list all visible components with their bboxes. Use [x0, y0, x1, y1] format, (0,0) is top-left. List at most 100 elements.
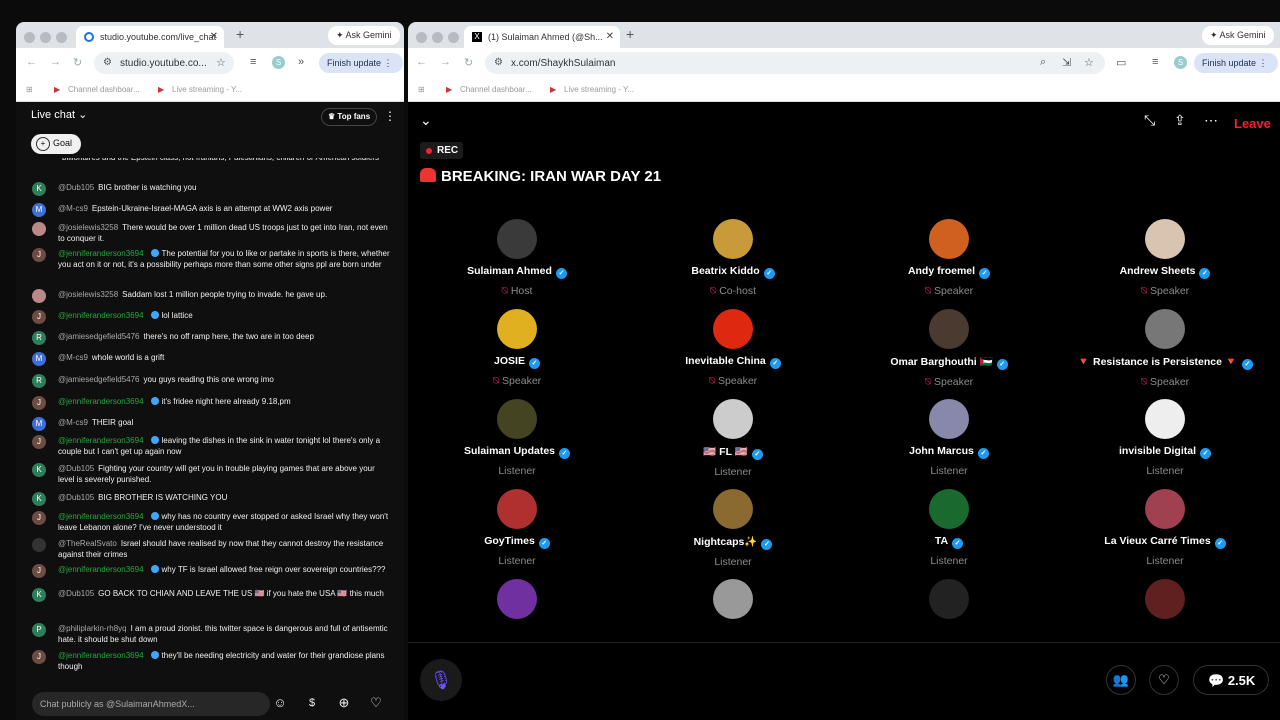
chevron-down-icon[interactable]: ⌄	[420, 112, 432, 129]
emoji-icon[interactable]: ☺	[271, 694, 289, 712]
close-tab-icon[interactable]: ✕	[210, 31, 218, 42]
chat-message[interactable]: R @jamiesedgefield5476 there's no off ramp…	[30, 331, 392, 345]
window-controls[interactable]	[24, 30, 72, 48]
people-icon[interactable]: 👥	[1106, 665, 1136, 695]
participant[interactable]	[412, 579, 622, 619]
username[interactable]: @jenniferanderson3694	[58, 565, 144, 574]
participant[interactable]: Andy froemel ✓ ⍉ Speaker	[844, 219, 1054, 298]
participant[interactable]: invisible Digital ✓ Listener	[1060, 399, 1270, 477]
participant[interactable]: Nightcaps✨ ✓ Listener	[628, 489, 838, 568]
listener-count-button[interactable]: 💬 2.5K	[1193, 665, 1269, 695]
username[interactable]: @josielewis3258	[58, 223, 118, 232]
install-app-icon[interactable]: ⇲	[1062, 56, 1071, 69]
chat-message[interactable]: J @jenniferanderson3694 they'll be needing…	[30, 650, 392, 672]
heart-icon[interactable]: ♡	[367, 694, 385, 712]
profile-avatar[interactable]: S	[1174, 56, 1187, 69]
reading-list-icon[interactable]: ≡	[1152, 56, 1158, 68]
bookmark-star-icon[interactable]: ☆	[1084, 56, 1094, 69]
participant[interactable]	[844, 579, 1054, 619]
super-chat-icon[interactable]: $	[303, 694, 321, 712]
chat-message[interactable]: M @M-cs9 Epstein-Ukraine-Israel-MAGA axis …	[30, 203, 392, 217]
username[interactable]: @jenniferanderson3694	[58, 397, 144, 406]
forward-icon[interactable]: →	[50, 56, 61, 68]
profile-avatar[interactable]: S	[272, 56, 285, 69]
reading-list-icon[interactable]: ≡	[250, 56, 256, 68]
username[interactable]: @jamiesedgefield5476	[58, 375, 140, 384]
participant[interactable]: JOSIE ✓ ⍉ Speaker	[412, 309, 622, 388]
username[interactable]: @Dub105	[58, 464, 94, 473]
chat-message[interactable]: J @jenniferanderson3694 The potential for …	[30, 248, 392, 270]
site-info-icon[interactable]: ⚙	[103, 57, 112, 68]
finish-update-button[interactable]: Finish update ⋮	[319, 53, 403, 73]
browser-tab[interactable]: X (1) Sulaiman Ahmed (@Sh... ✕	[464, 26, 620, 48]
add-icon[interactable]: ⊕	[335, 694, 353, 712]
bookmark-live-streaming[interactable]: Live streaming - Y...	[564, 85, 634, 94]
bookmark-channel-dashboard[interactable]: Channel dashboar...	[68, 85, 140, 94]
back-icon[interactable]: ←	[26, 56, 37, 68]
username[interactable]: @M-cs9	[58, 204, 88, 213]
finish-update-button[interactable]: Finish update ⋮	[1194, 53, 1278, 73]
participant[interactable]: Sulaiman Updates ✓ Listener	[412, 399, 622, 477]
reload-icon[interactable]: ↻	[73, 56, 82, 69]
reload-icon[interactable]: ↻	[464, 56, 473, 69]
bookmark-channel-dashboard[interactable]: Channel dashboar...	[460, 85, 532, 94]
chat-message[interactable]: @josielewis3258 There would be over 1 mil…	[30, 222, 392, 244]
chat-message[interactable]: J @jenniferanderson3694 it's fridee night …	[30, 396, 392, 410]
live-chat-dropdown[interactable]: Live chat ⌄	[31, 108, 87, 121]
forward-icon[interactable]: →	[440, 56, 451, 68]
top-fans-button[interactable]: ♛ Top fans	[321, 108, 378, 126]
url-field[interactable]: ⚙ x.com/ShaykhSulaiman	[485, 52, 1105, 74]
participant[interactable]: John Marcus ✓ Listener	[844, 399, 1054, 477]
microphone-icon[interactable]: 🎙	[420, 659, 462, 701]
username[interactable]: @philiplarkin-rh8yq	[58, 624, 127, 633]
goal-button[interactable]: + Goal	[31, 134, 82, 154]
username[interactable]: @jenniferanderson3694	[58, 512, 144, 521]
participant[interactable]: 🔻 Resistance is Persistence 🔻 ✓ ⍉ Speaker	[1060, 309, 1270, 389]
chat-message[interactable]: billionaires and the Epstein class, not …	[30, 158, 392, 166]
participant[interactable]: Andrew Sheets ✓ ⍉ Speaker	[1060, 219, 1270, 298]
username[interactable]: @josielewis3258	[58, 290, 118, 299]
participant[interactable]: La Vieux Carré Times ✓ Listener	[1060, 489, 1270, 567]
minimize-icon[interactable]: ⤡	[1144, 112, 1155, 129]
window-controls[interactable]	[416, 30, 464, 48]
share-icon[interactable]: ⇪	[1174, 112, 1186, 129]
chat-message[interactable]: K @Dub105 Fighting your country will get y…	[30, 463, 392, 485]
bookmark-star-icon[interactable]: ☆	[216, 56, 226, 69]
chat-message[interactable]: J @jenniferanderson3694 lol lattice	[30, 310, 392, 324]
close-tab-icon[interactable]: ✕	[606, 31, 614, 42]
zoom-icon[interactable]: ⌕	[1040, 56, 1046, 69]
username[interactable]: @jamiesedgefield5476	[58, 332, 140, 341]
username[interactable]: @jenniferanderson3694	[58, 249, 144, 258]
participant[interactable]: 🇺🇸 FL 🇺🇸 ✓ Listener	[628, 399, 838, 478]
chat-message[interactable]: M @M-cs9 whole world is a grift	[30, 352, 392, 366]
ask-gemini-button[interactable]: ✦ Ask Gemini	[1202, 26, 1274, 45]
apps-icon[interactable]: ⊞	[418, 85, 425, 94]
leave-button[interactable]: Leave	[1234, 116, 1271, 131]
chat-message[interactable]: R @jamiesedgefield5476 you guys reading th…	[30, 374, 392, 388]
extensions-icon[interactable]: »	[298, 56, 304, 68]
username[interactable]: @jenniferanderson3694	[58, 651, 144, 660]
username[interactable]: @Dub105	[58, 589, 94, 598]
more-options-icon[interactable]: ⋯	[1204, 112, 1218, 129]
new-tab-icon[interactable]: +	[626, 26, 634, 42]
chat-message[interactable]: M @M-cs9 THEIR goal	[30, 417, 392, 431]
chat-input[interactable]: Chat publicly as @SulaimanAhmedX...	[32, 692, 270, 716]
username[interactable]: @M-cs9	[58, 418, 88, 427]
reactions-icon[interactable]: ♡	[1149, 665, 1179, 695]
chat-message[interactable]: J @jenniferanderson3694 why has no country…	[30, 511, 392, 533]
username[interactable]: @jenniferanderson3694	[58, 311, 144, 320]
ask-gemini-button[interactable]: ✦ Ask Gemini	[328, 26, 400, 45]
site-info-icon[interactable]: ⚙	[494, 57, 503, 68]
participant[interactable]	[1060, 579, 1270, 619]
more-options-icon[interactable]: ⋮	[384, 109, 396, 123]
new-tab-icon[interactable]: +	[236, 26, 244, 42]
username[interactable]: @Dub105	[58, 493, 94, 502]
back-icon[interactable]: ←	[416, 56, 427, 68]
url-field[interactable]: ⚙ studio.youtube.co...	[94, 52, 234, 74]
chat-message[interactable]: @josielewis3258 Saddam lost 1 million peo…	[30, 289, 392, 303]
participant[interactable]: TA ✓ Listener	[844, 489, 1054, 567]
participant[interactable]: GoyTimes ✓ Listener	[412, 489, 622, 567]
apps-icon[interactable]: ⊞	[26, 85, 33, 94]
participant[interactable]	[628, 579, 838, 619]
participant[interactable]: Omar Barghouthi 🇵🇸 ✓ ⍉ Speaker	[844, 309, 1054, 389]
